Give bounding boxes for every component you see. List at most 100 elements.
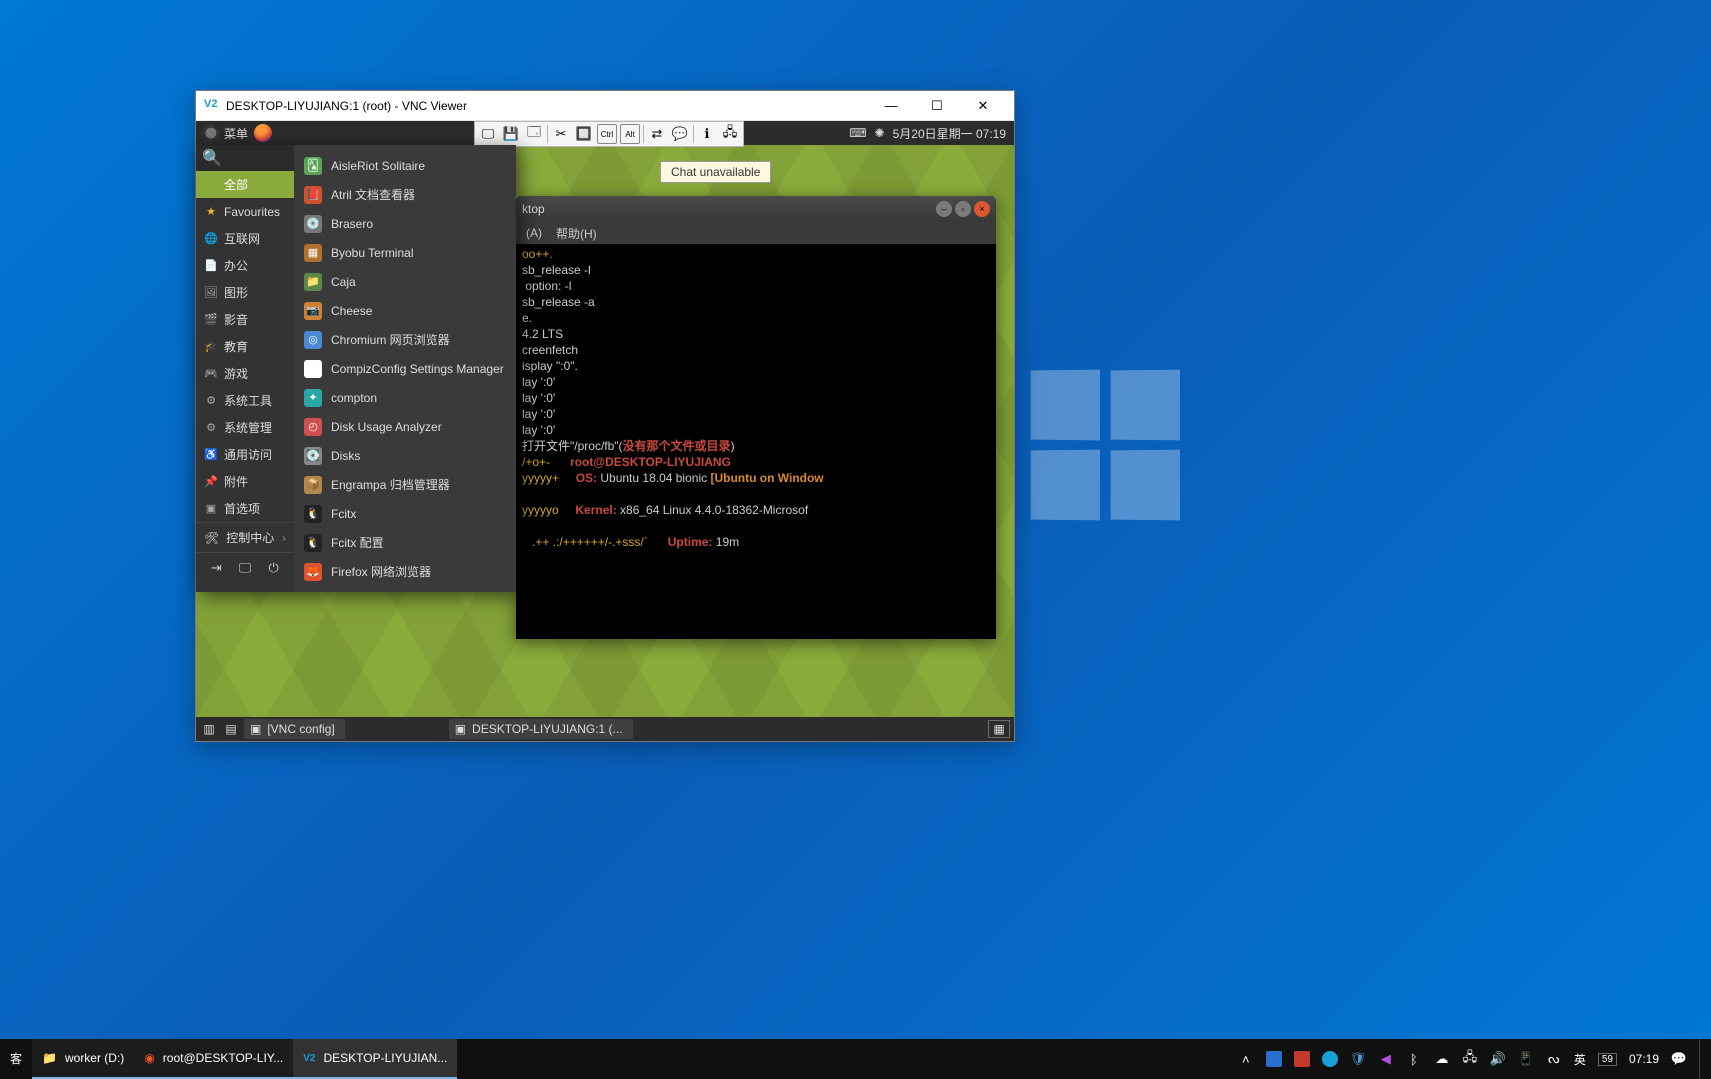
ime-mode[interactable]: 59 bbox=[1598, 1053, 1617, 1066]
apps-icon[interactable]: ▤ bbox=[222, 722, 240, 736]
app-item[interactable]: 📷Cheese bbox=[294, 296, 516, 325]
app-item[interactable]: ▦Byobu Terminal bbox=[294, 238, 516, 267]
vnc-titlebar[interactable]: V2 DESKTOP-LIYUJIANG:1 (root) - VNC View… bbox=[196, 91, 1014, 121]
taskbar-item[interactable]: ▣ [VNC config] bbox=[244, 719, 345, 739]
category-icon: 🎮 bbox=[204, 367, 218, 381]
alt-icon[interactable]: Alt bbox=[620, 124, 640, 144]
settings-gear-icon[interactable]: ✺ bbox=[875, 126, 885, 140]
tray-volume-icon[interactable]: 🔊 bbox=[1490, 1051, 1506, 1067]
terminal-titlebar[interactable]: ktop – ▫ × bbox=[516, 196, 996, 222]
category-item[interactable]: ⚙系统管理 bbox=[196, 414, 294, 441]
control-center[interactable]: 🛠 控制中心 › bbox=[196, 522, 294, 552]
app-item[interactable]: ⚙CompizConfig Settings Manager bbox=[294, 354, 516, 383]
search-icon: 🔍 bbox=[202, 148, 222, 168]
category-icon: 📌 bbox=[204, 475, 218, 489]
options-icon[interactable]: 🗔 bbox=[524, 124, 544, 144]
tray-arrow-icon[interactable]: ◀ bbox=[1378, 1051, 1394, 1067]
taskbar-app[interactable]: ◉ root@DESKTOP-LIY... bbox=[134, 1039, 293, 1079]
term-menu-item[interactable]: (A) bbox=[526, 226, 542, 240]
category-icon: ⚙ bbox=[204, 421, 218, 435]
app-item[interactable]: 📕Atril 文档查看器 bbox=[294, 180, 516, 209]
firefox-launcher-icon[interactable] bbox=[254, 124, 272, 142]
ubuntu-icon: ◉ bbox=[144, 1051, 154, 1065]
logout-icon[interactable]: ⇥ bbox=[207, 559, 225, 577]
tray-security-icon[interactable]: 🛡 bbox=[1350, 1051, 1366, 1067]
term-menu-item[interactable]: 帮助(H) bbox=[556, 225, 597, 242]
close-button[interactable]: ✕ bbox=[960, 92, 1006, 120]
category-item[interactable]: 🌐互联网 bbox=[196, 225, 294, 252]
taskbar-app[interactable]: V2 DESKTOP-LIYUJIAN... bbox=[293, 1039, 457, 1079]
category-item[interactable]: ★全部 bbox=[196, 171, 294, 198]
tray-mobile-icon[interactable]: 📱 bbox=[1518, 1051, 1534, 1067]
taskbar-app[interactable]: 📁 worker (D:) bbox=[32, 1039, 134, 1079]
app-icon: 📕 bbox=[304, 186, 322, 204]
app-label: compton bbox=[331, 391, 377, 405]
vnc-icon: V2 bbox=[303, 1053, 315, 1064]
transfer-icon[interactable]: ⇄ bbox=[647, 124, 667, 144]
app-label: Byobu Terminal bbox=[331, 246, 414, 260]
category-label: 影音 bbox=[224, 311, 248, 328]
keyboard-icon[interactable]: ⌨ bbox=[849, 126, 866, 140]
tray-app-icon[interactable] bbox=[1322, 1051, 1338, 1067]
notification-icon[interactable]: 💬 bbox=[1671, 1051, 1687, 1067]
category-item[interactable]: 📌附件 bbox=[196, 468, 294, 495]
app-item[interactable]: 💿Brasero bbox=[294, 209, 516, 238]
category-label: 首选项 bbox=[224, 500, 260, 517]
app-item[interactable]: ◴Disk Usage Analyzer bbox=[294, 412, 516, 441]
category-item[interactable]: 🖼图形 bbox=[196, 279, 294, 306]
tray-network-icon[interactable]: 🖧 bbox=[1462, 1051, 1478, 1067]
menu-button[interactable]: 菜单 bbox=[224, 125, 248, 142]
app-item[interactable]: 🦊Firefox 网络浏览器 bbox=[294, 557, 516, 586]
tray-drive-icon[interactable]: ᔓ bbox=[1546, 1051, 1562, 1067]
save-icon[interactable]: 💾 bbox=[501, 124, 521, 144]
category-item[interactable]: ⚙系统工具 bbox=[196, 387, 294, 414]
app-item[interactable]: 🂡AisleRiot Solitaire bbox=[294, 151, 516, 180]
ctrl-icon[interactable]: Ctrl bbox=[597, 124, 617, 144]
window-icon: ▣ bbox=[455, 722, 466, 736]
maximize-button[interactable]: ☐ bbox=[914, 92, 960, 120]
tools-icon[interactable]: ✂ bbox=[551, 124, 571, 144]
app-item[interactable]: 💽Disks bbox=[294, 441, 516, 470]
tray-expand-icon[interactable]: ˄ bbox=[1238, 1051, 1254, 1067]
category-item[interactable]: ★Favourites bbox=[196, 198, 294, 225]
minimize-button[interactable]: — bbox=[868, 92, 914, 120]
power-icon[interactable]: ⏻ bbox=[265, 559, 283, 577]
tray-app-icon[interactable] bbox=[1294, 1051, 1310, 1067]
category-item[interactable]: 🎓教育 bbox=[196, 333, 294, 360]
guest-indicator[interactable]: 客 bbox=[0, 1039, 32, 1079]
taskbar-item[interactable]: ▣ DESKTOP-LIYUJIANG:1 (... bbox=[449, 719, 633, 739]
chat-icon[interactable]: 💬 bbox=[670, 124, 690, 144]
app-item[interactable]: ◎Chromium 网页浏览器 bbox=[294, 325, 516, 354]
clock[interactable]: 5月20日星期一 07:19 bbox=[893, 125, 1006, 142]
category-item[interactable]: 📄办公 bbox=[196, 252, 294, 279]
category-item[interactable]: 🎮游戏 bbox=[196, 360, 294, 387]
app-item[interactable]: ✦compton bbox=[294, 383, 516, 412]
fullscreen-icon[interactable]: 🖵 bbox=[478, 124, 498, 144]
clock[interactable]: 07:19 bbox=[1629, 1052, 1659, 1066]
app-item[interactable]: 📁Caja bbox=[294, 267, 516, 296]
show-desktop-button[interactable] bbox=[1699, 1039, 1705, 1079]
terminal-output[interactable]: oo++.sb_release -l option: -lsb_release … bbox=[516, 244, 996, 639]
term-maximize-button[interactable]: ▫ bbox=[955, 201, 971, 217]
tray-app-icon[interactable] bbox=[1266, 1051, 1282, 1067]
app-item[interactable]: 🐧Fcitx 配置 bbox=[294, 528, 516, 557]
category-item[interactable]: 🎬影音 bbox=[196, 306, 294, 333]
category-item[interactable]: ♿通用访问 bbox=[196, 441, 294, 468]
system-icon[interactable] bbox=[202, 124, 220, 142]
app-item[interactable]: 📦Engrampa 归档管理器 bbox=[294, 470, 516, 499]
show-desktop-icon[interactable]: ▥ bbox=[200, 722, 218, 736]
category-item[interactable]: ▣首选项 bbox=[196, 495, 294, 522]
ime-lang[interactable]: 英 bbox=[1574, 1051, 1586, 1068]
app-icon: 📷 bbox=[304, 302, 322, 320]
scale-icon[interactable]: 🔲 bbox=[574, 124, 594, 144]
tray-bluetooth-icon[interactable]: ᛒ bbox=[1406, 1051, 1422, 1067]
app-item[interactable]: 🐧Fcitx bbox=[294, 499, 516, 528]
session-icon[interactable]: 🖧 bbox=[720, 124, 740, 144]
info-icon[interactable]: ℹ bbox=[697, 124, 717, 144]
term-close-button[interactable]: × bbox=[974, 201, 990, 217]
term-minimize-button[interactable]: – bbox=[936, 201, 952, 217]
lock-icon[interactable]: 🖵 bbox=[236, 559, 254, 577]
workspace-switcher[interactable]: ▦ bbox=[988, 720, 1010, 738]
vnc-app-icon: V2 bbox=[204, 98, 220, 114]
tray-onedrive-icon[interactable]: ☁ bbox=[1434, 1051, 1450, 1067]
